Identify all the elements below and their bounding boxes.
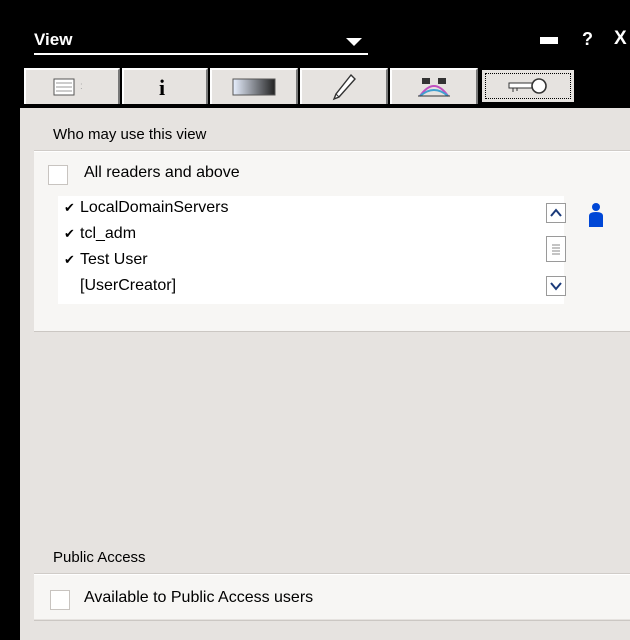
section-divider (34, 331, 630, 332)
public-access-header: Public Access (34, 543, 630, 574)
public-access-label: Available to Public Access users (84, 589, 314, 606)
who-may-use-title: Who may use this view (53, 126, 207, 143)
who-may-use-header: Who may use this view (34, 120, 630, 151)
public-access-title: Public Access (53, 549, 146, 566)
tab-options[interactable] (390, 68, 478, 104)
pen-tab-icon (332, 73, 356, 101)
user-name: [UserCreator] (80, 277, 177, 294)
svg-text:i: i (159, 75, 165, 99)
tab-info[interactable]: : (24, 68, 120, 104)
minimize-icon[interactable] (540, 37, 558, 44)
all-readers-row: All readers and above (34, 158, 630, 192)
user-name: tcl_adm (80, 225, 137, 242)
dropdown-arrow-icon[interactable] (346, 38, 362, 46)
gradient-tab-icon (232, 78, 276, 96)
check-icon: ✔ (64, 200, 75, 215)
check-icon: ✔ (64, 252, 75, 267)
info-tab-icon: : (53, 78, 83, 96)
scroll-down-button[interactable] (546, 276, 566, 296)
help-button[interactable]: ? (582, 29, 593, 50)
view-properties-window: View ? X : i Who may use this view All r… (20, 20, 630, 640)
options-tab-icon (418, 78, 450, 97)
title-dropdown-underline (34, 53, 368, 55)
list-item[interactable]: ✔ LocalDomainServers (64, 199, 229, 217)
section-divider (34, 620, 630, 621)
list-item[interactable]: ✔ tcl_adm (64, 225, 136, 243)
i-tab-icon: i (159, 75, 165, 99)
all-readers-label: All readers and above (84, 164, 240, 181)
tab-fields[interactable] (300, 68, 388, 104)
grip-icon (552, 244, 560, 255)
close-button[interactable]: X (614, 28, 627, 50)
list-item[interactable]: [UserCreator] (64, 277, 176, 295)
chevron-up-icon (550, 208, 562, 217)
window-title: View (34, 30, 73, 49)
user-name: LocalDomainServers (80, 199, 229, 216)
title-bar: View ? X (20, 20, 630, 64)
scroll-thumb[interactable] (546, 236, 566, 262)
person-icon[interactable] (586, 201, 606, 229)
tab-i[interactable]: i (122, 68, 208, 104)
user-name: Test User (80, 251, 148, 268)
tab-style[interactable] (210, 68, 298, 104)
tab-strip: : i (20, 64, 630, 108)
users-listbox[interactable]: ✔ LocalDomainServers ✔ tcl_adm ✔ Test User … (58, 196, 566, 304)
check-icon: ✔ (64, 226, 75, 241)
chevron-down-icon (550, 282, 562, 291)
scroll-up-button[interactable] (546, 203, 566, 223)
public-access-checkbox[interactable] (50, 590, 70, 610)
tab-security[interactable] (480, 68, 576, 104)
svg-text::: : (80, 81, 83, 92)
list-item[interactable]: ✔ Test User (64, 251, 148, 269)
public-access-row: Available to Public Access users (34, 589, 630, 624)
key-tab-icon (508, 78, 547, 94)
all-readers-checkbox[interactable] (48, 165, 68, 185)
